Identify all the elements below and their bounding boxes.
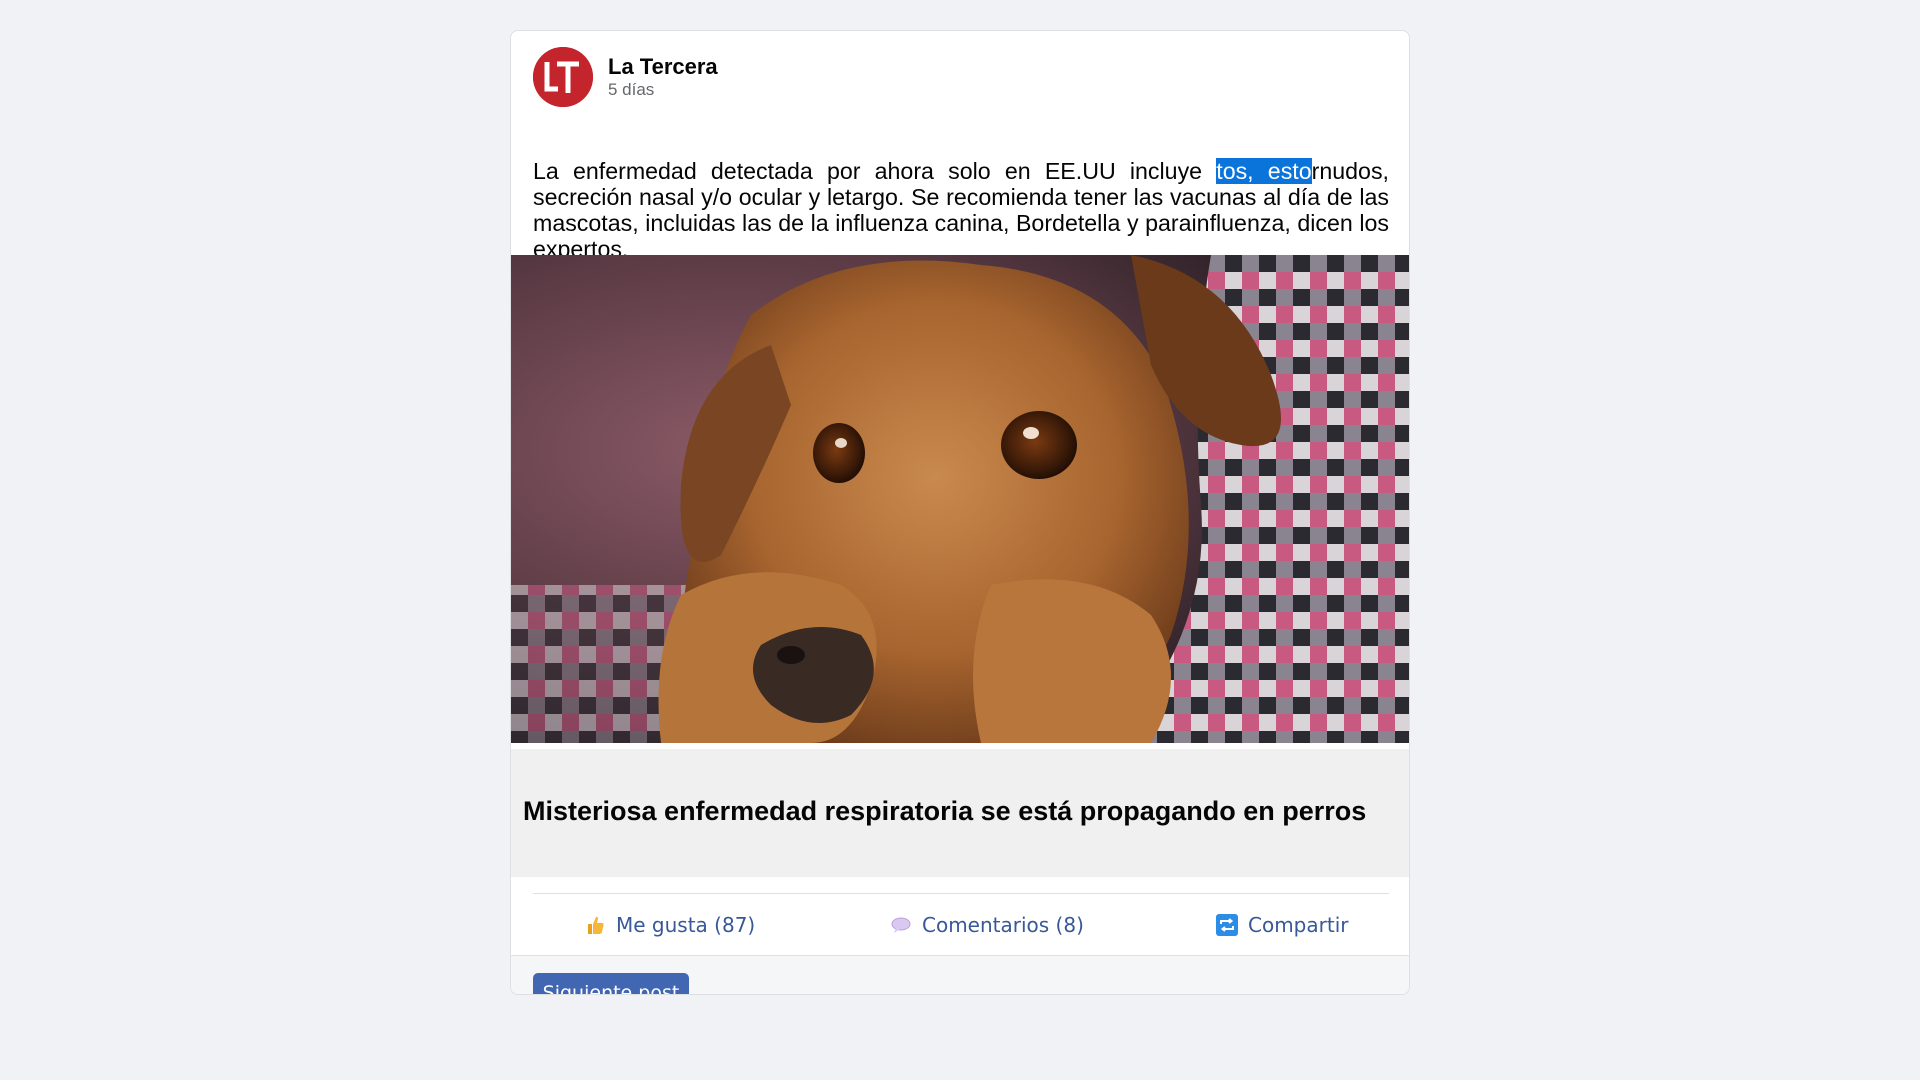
like-button[interactable]: Me gusta (87) xyxy=(584,913,755,937)
post-header: La Tercera 5 días xyxy=(533,46,718,108)
share-button[interactable]: Compartir xyxy=(1216,913,1348,937)
article-headline[interactable]: Misteriosa enfermedad respiratoria se es… xyxy=(523,796,1366,827)
selected-text: tos, esto xyxy=(1216,158,1312,184)
post-text-part: La enfermedad detectada por ahora solo e… xyxy=(533,158,1217,184)
speech-bubble-icon xyxy=(890,914,912,936)
post-text: La enfermedad detectada por ahora solo e… xyxy=(533,158,1389,262)
action-bar: Me gusta (87) Comentarios (8) Compartir xyxy=(511,893,1409,955)
next-post-button[interactable]: Siguiente post xyxy=(533,973,689,994)
page-name[interactable]: La Tercera xyxy=(608,54,718,80)
repeat-icon xyxy=(1216,914,1238,936)
avatar[interactable] xyxy=(533,47,593,107)
like-label: Me gusta (87) xyxy=(616,913,756,937)
post-card: La Tercera 5 días La enfermedad detectad… xyxy=(510,30,1410,995)
comment-button[interactable]: Comentarios (8) xyxy=(890,913,1084,937)
comment-label: Comentarios (8) xyxy=(922,913,1084,937)
post-footer: Siguiente post xyxy=(511,955,1409,994)
thumbs-up-icon xyxy=(584,914,606,936)
post-timestamp[interactable]: 5 días xyxy=(608,80,718,100)
post-meta: La Tercera 5 días xyxy=(608,54,718,100)
link-preview[interactable]: Misteriosa enfermedad respiratoria se es… xyxy=(511,749,1409,877)
dog-photo[interactable] xyxy=(511,255,1409,743)
la-tercera-logo-icon xyxy=(533,47,593,107)
share-label: Compartir xyxy=(1248,913,1349,937)
dog-photo-image xyxy=(511,255,1409,743)
